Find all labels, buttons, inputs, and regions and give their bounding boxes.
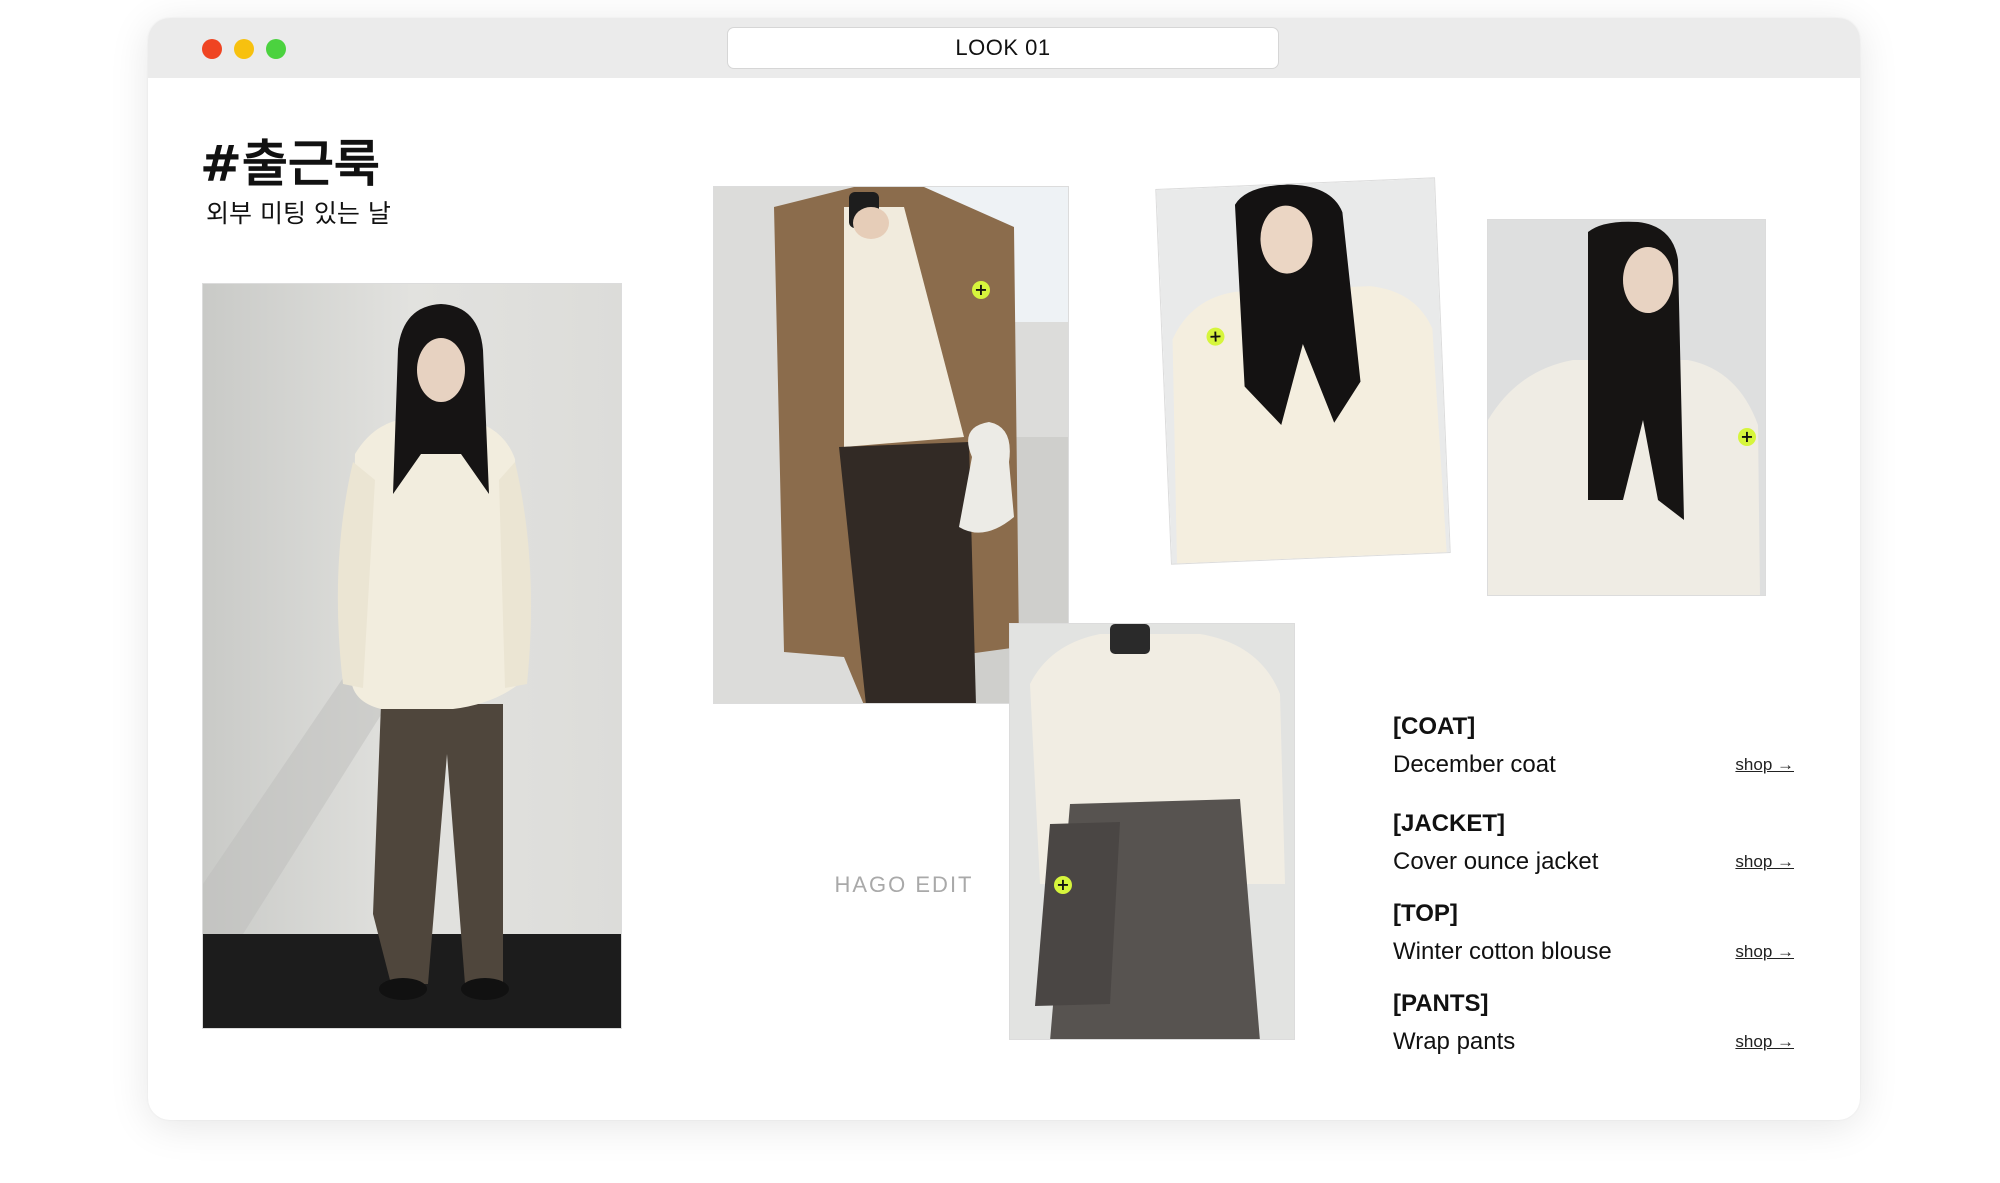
product-hotspot-coat[interactable]: + bbox=[972, 281, 990, 299]
address-bar[interactable]: LOOK 01 bbox=[727, 27, 1279, 69]
look-photo-full-outfit bbox=[202, 283, 622, 1029]
maximize-window-button[interactable] bbox=[266, 39, 286, 59]
shop-link-jacket[interactable]: shop → bbox=[1735, 852, 1794, 872]
page-title: #출근룩 bbox=[200, 135, 380, 193]
browser-window: LOOK 01 #출근룩 외부 미팅 있는 날 + + + + HAGO EDI… bbox=[148, 18, 1860, 1120]
product-item-coat: [COAT] December coat shop → bbox=[1393, 713, 1798, 793]
product-item-pants: [PANTS] Wrap pants shop → bbox=[1393, 990, 1798, 1070]
shop-link-coat[interactable]: shop → bbox=[1735, 755, 1794, 775]
photo-illustration bbox=[203, 284, 621, 1028]
close-window-button[interactable] bbox=[202, 39, 222, 59]
minimize-window-button[interactable] bbox=[234, 39, 254, 59]
brand-watermark: HAGO EDIT bbox=[834, 872, 974, 897]
photo-illustration bbox=[1156, 178, 1451, 565]
product-hotspot-jacket[interactable]: + bbox=[1738, 428, 1756, 446]
photo-illustration bbox=[1010, 624, 1294, 1039]
product-name: Wrap pants bbox=[1393, 1028, 1516, 1055]
look-photo-blouse-portrait: + bbox=[1155, 177, 1451, 565]
product-item-top: [TOP] Winter cotton blouse shop → bbox=[1393, 900, 1798, 980]
product-name: Cover ounce jacket bbox=[1393, 848, 1599, 875]
product-category: [JACKET] bbox=[1393, 810, 1505, 837]
product-category: [TOP] bbox=[1393, 900, 1458, 927]
look-photo-jacket-portrait: + bbox=[1487, 219, 1766, 596]
title-bar: LOOK 01 bbox=[148, 18, 1860, 78]
photo-illustration bbox=[1488, 220, 1765, 595]
shop-link-top[interactable]: shop → bbox=[1735, 942, 1794, 962]
product-category: [COAT] bbox=[1393, 713, 1476, 740]
page-subtitle: 외부 미팅 있는 날 bbox=[206, 199, 391, 228]
product-name: Winter cotton blouse bbox=[1393, 938, 1612, 965]
shop-link-pants[interactable]: shop → bbox=[1735, 1032, 1794, 1052]
window-title: LOOK 01 bbox=[955, 35, 1051, 60]
product-item-jacket: [JACKET] Cover ounce jacket shop → bbox=[1393, 810, 1798, 890]
product-hotspot-pants[interactable]: + bbox=[1054, 876, 1072, 894]
look-photo-jacket-detail: + bbox=[1009, 623, 1295, 1040]
product-name: December coat bbox=[1393, 751, 1556, 778]
product-category: [PANTS] bbox=[1393, 990, 1489, 1017]
product-hotspot-blouse[interactable]: + bbox=[1206, 326, 1225, 347]
